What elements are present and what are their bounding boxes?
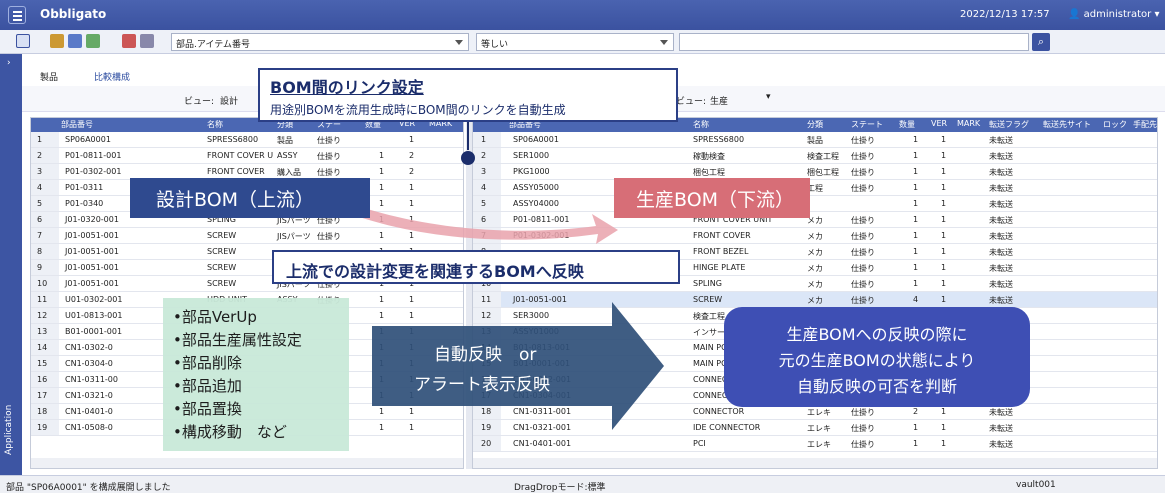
list-item: •部品生産属性設定 [173,331,302,349]
judge-line: 元の生産BOMの状態により [778,351,976,370]
list-item: •部品置換 [173,400,242,418]
change-types-list: •部品VerUp •部品生産属性設定 •部品削除 •部品追加 •部品置換 •構成… [163,298,349,451]
bom-link-description: 用途別BOMを流用生成時にBOM間のリンクを自動生成 [270,103,566,117]
judge-line: 生産BOMへの反映の際に [786,325,968,344]
list-item: •部品VerUp [173,308,257,326]
list-item: •部品追加 [173,377,242,395]
list-item: •構成移動 など [173,423,287,441]
reflect-change-label: 上流での設計変更を関連するBOMへ反映 [272,250,680,284]
judge-line: 自動反映の可否を判断 [796,377,957,396]
judgement-callout: 生産BOMへの反映の際に 元の生産BOMの状態により 自動反映の可否を判断 [724,307,1030,407]
design-bom-label: 設計BOM（上流） [130,178,370,218]
bom-link-callout: BOM間のリンク設定 用途別BOMを流用生成時にBOM間のリンクを自動生成 [258,68,678,122]
bom-link-title: BOM間のリンク設定 [270,78,424,97]
list-item: •部品削除 [173,354,242,372]
production-bom-label: 生産BOM（下流） [614,178,810,218]
link-connector-dot [461,151,475,165]
auto-reflect-line2: アラート表示反映 [414,375,550,395]
auto-reflect-label: 自動反映 or アラート表示反映 [372,326,662,408]
auto-reflect-line1: 自動反映 or [434,345,537,365]
reflect-arrow [330,196,618,244]
